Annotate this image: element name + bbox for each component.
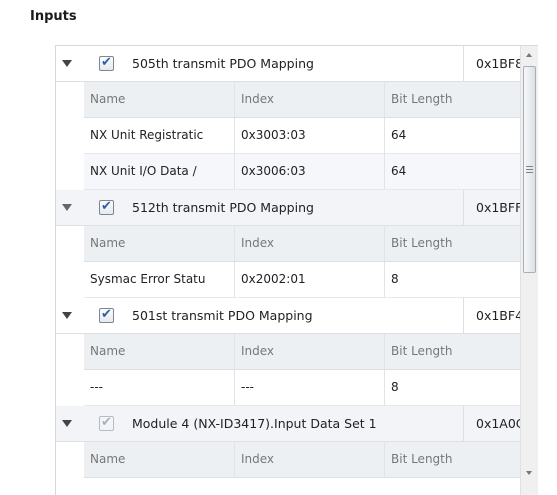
collapse-arrow-icon[interactable] [62, 312, 72, 319]
scroll-up-arrow-icon[interactable] [521, 46, 538, 63]
grip-line [526, 169, 533, 170]
column-header-row: Name Index Bit Length [84, 226, 538, 262]
pdo-group-index: 0x1BF4 [463, 298, 523, 333]
checkmark-icon: ✔ [101, 307, 112, 322]
cell-name: NX Unit Registratic [90, 128, 204, 142]
scroll-down-arrow-icon[interactable] [521, 464, 538, 481]
cell-index: 0x3006:03 [234, 154, 384, 189]
column-header-index[interactable]: Index [234, 442, 384, 477]
pdo-group-index: 0x1A0C [463, 406, 525, 441]
cell-name: Sysmac Error Statu [90, 272, 206, 286]
scrollbar-thumb[interactable] [523, 66, 536, 273]
pdo-group-row[interactable]: ✔ Module 4 (NX-ID3417).Input Data Set 1 … [56, 406, 538, 442]
column-header-bit-length[interactable]: Bit Length [384, 82, 538, 117]
cell-bit-length: 64 [384, 154, 538, 189]
pdo-enable-checkbox[interactable]: ✔ [99, 55, 114, 71]
pdo-group-row[interactable]: ✔ 512th transmit PDO Mapping 0x1BFF [56, 190, 538, 226]
collapse-arrow-icon[interactable] [62, 60, 72, 67]
cell-index: 0x2002:01 [234, 262, 384, 297]
cell-name: --- [90, 380, 103, 394]
column-header-bit-length[interactable]: Bit Length [384, 442, 538, 477]
column-header-index[interactable]: Index [234, 82, 384, 117]
pdo-enable-checkbox[interactable]: ✔ [99, 307, 114, 323]
table-row[interactable]: Sysmac Error Statu 0x2002:01 8 [84, 262, 538, 298]
inputs-heading: Inputs [30, 9, 77, 24]
cell-name: NX Unit I/O Data / [90, 164, 197, 178]
pdo-group-index: 0x1BF8 [463, 46, 523, 81]
column-header-bit-length[interactable]: Bit Length [384, 334, 538, 369]
grip-line [526, 166, 533, 167]
column-header-row: Name Index Bit Length [84, 334, 538, 370]
pdo-group-label: 512th transmit PDO Mapping [132, 200, 314, 215]
pdo-group-label: Module 4 (NX-ID3417).Input Data Set 1 [132, 416, 377, 431]
table-row[interactable]: --- --- 8 [84, 370, 538, 406]
pdo-group-label: 505th transmit PDO Mapping [132, 56, 314, 71]
vertical-scrollbar[interactable] [520, 46, 538, 495]
column-header-row: Name Index Bit Length [84, 442, 538, 478]
column-header-name[interactable]: Name [84, 442, 234, 477]
column-header-index[interactable]: Index [234, 226, 384, 261]
pdo-group-label: 501st transmit PDO Mapping [132, 308, 313, 323]
pdo-group-row[interactable]: ✔ 501st transmit PDO Mapping 0x1BF4 [56, 298, 538, 334]
checkmark-icon: ✔ [101, 415, 112, 430]
grip-line [526, 172, 533, 173]
cell-bit-length: 64 [384, 118, 538, 153]
column-header-name[interactable]: Name [84, 82, 234, 117]
pdo-group-row[interactable]: ✔ 505th transmit PDO Mapping 0x1BF8 [56, 46, 538, 82]
cell-bit-length: 8 [384, 262, 538, 297]
cell-index: --- [234, 370, 384, 405]
column-header-row: Name Index Bit Length [84, 82, 538, 118]
pdo-enable-checkbox[interactable]: ✔ [99, 199, 114, 215]
table-row[interactable]: NX Unit Registratic 0x3003:03 64 [84, 118, 538, 154]
pdo-group-index: 0x1BFF [463, 190, 522, 225]
column-header-index[interactable]: Index [234, 334, 384, 369]
checkmark-icon: ✔ [101, 199, 112, 214]
collapse-arrow-icon[interactable] [62, 420, 72, 427]
column-header-bit-length[interactable]: Bit Length [384, 226, 538, 261]
table-row[interactable]: NX Unit I/O Data / 0x3006:03 64 [84, 154, 538, 190]
cell-index: 0x3003:03 [234, 118, 384, 153]
pdo-enable-checkbox: ✔ [99, 415, 114, 431]
collapse-arrow-icon[interactable] [62, 204, 72, 211]
checkmark-icon: ✔ [101, 55, 112, 70]
cell-bit-length: 8 [384, 370, 538, 405]
column-header-name[interactable]: Name [84, 226, 234, 261]
pdo-mapping-list: ✔ 505th transmit PDO Mapping 0x1BF8 Name… [55, 45, 538, 495]
column-header-name[interactable]: Name [84, 334, 234, 369]
